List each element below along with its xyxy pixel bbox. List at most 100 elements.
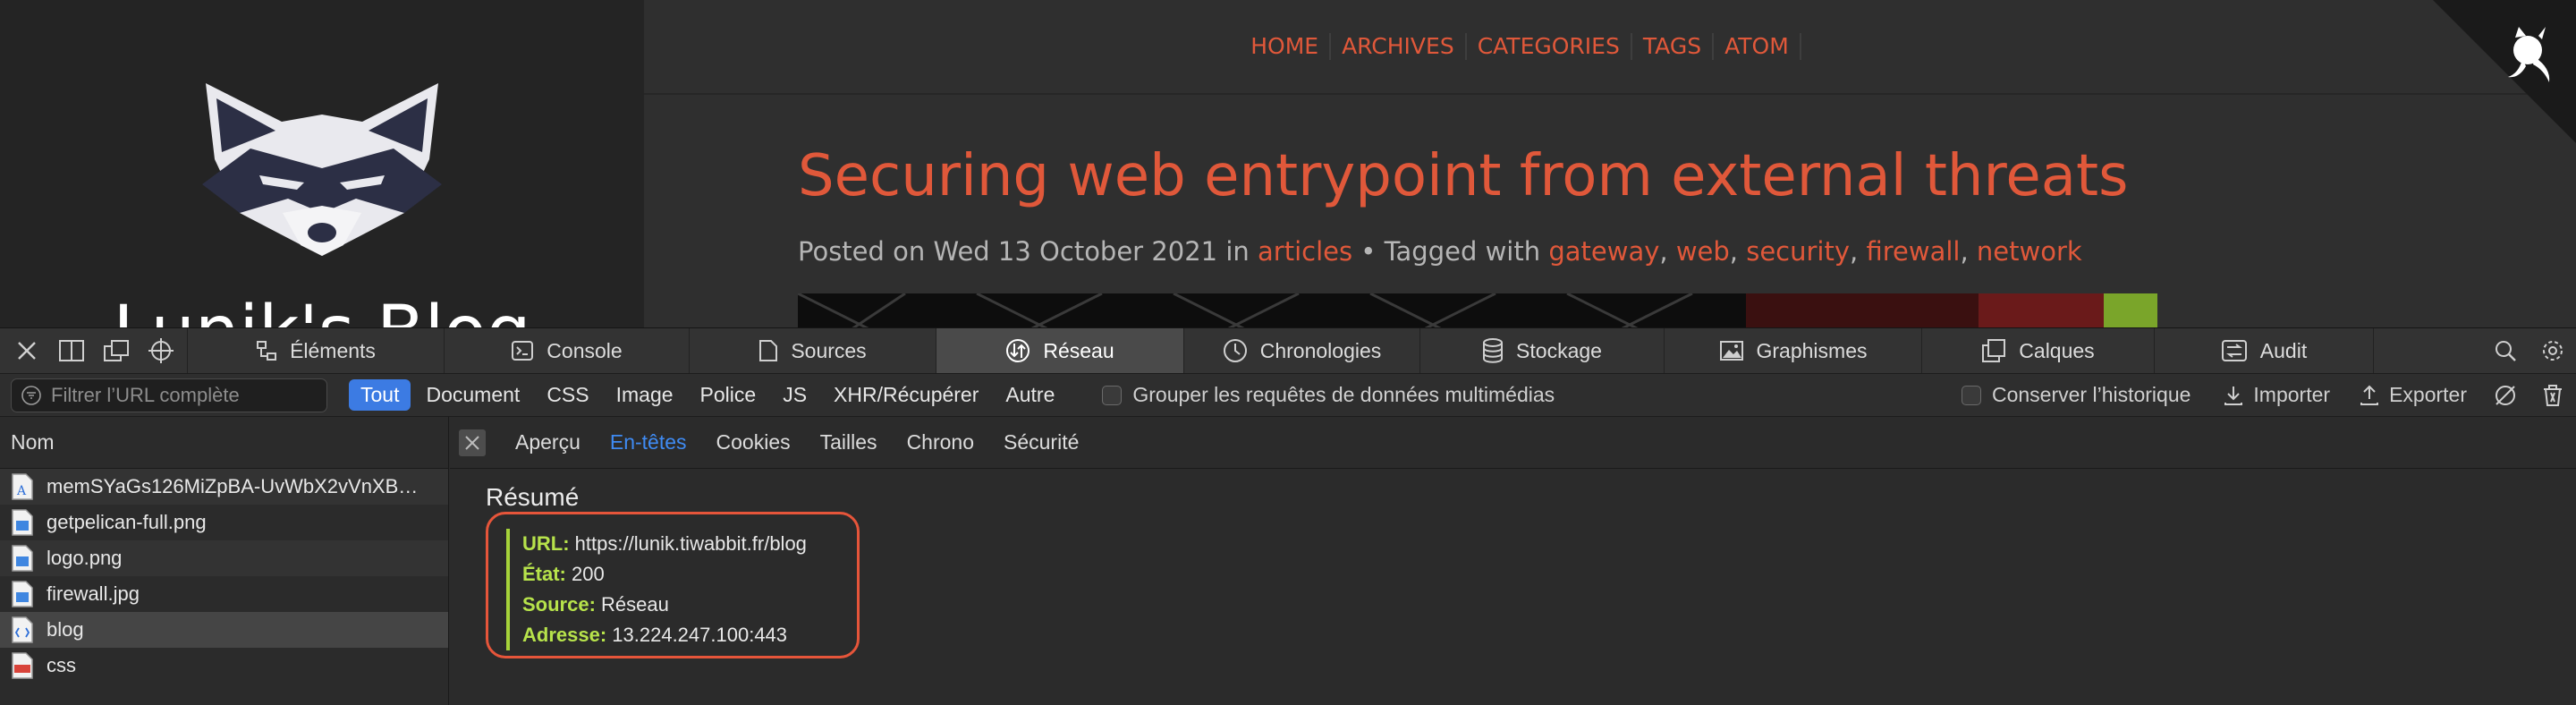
tab-audit[interactable]: Audit [2155,328,2374,373]
storage-icon [1483,338,1504,363]
disable-cache-icon[interactable] [2494,384,2517,407]
inspector-toolbar-right [2374,328,2576,373]
type-filter-css[interactable]: CSS [535,379,600,411]
inspector-tab-bar: Éléments Console Sources Réseau Chronolo… [0,327,2576,374]
request-row-selected[interactable]: blog [0,612,448,648]
web-inspector: Éléments Console Sources Réseau Chronolo… [0,327,2576,705]
import-button[interactable]: Importer [2223,383,2330,407]
request-row[interactable]: firewall.jpg [0,576,448,612]
tab-network-label: Réseau [1043,338,1114,362]
type-filter-js[interactable]: JS [771,379,818,411]
search-icon[interactable] [2494,339,2517,362]
request-row[interactable]: A memSYaGs126MiZpBA-UvWbX2vVnXB… [0,469,448,505]
summary-rows: URL: https://lunik.tiwabbit.fr/blog État… [506,529,807,650]
detail-tab-cookies[interactable]: Cookies [716,430,791,454]
tab-audit-label: Audit [2259,338,2308,362]
tab-console[interactable]: Console [445,328,690,373]
network-filter-bar: Tout Document CSS Image Police JS XHR/Ré… [0,374,2576,417]
raccoon-logo-icon[interactable] [197,79,447,258]
request-name: firewall.jpg [47,582,140,605]
console-icon [512,341,534,361]
tab-console-label: Console [547,338,623,362]
export-button[interactable]: Exporter [2359,383,2467,407]
request-row[interactable]: logo.png [0,540,448,576]
summary-row-status: État: 200 [522,559,807,590]
tab-sources[interactable]: Sources [690,328,936,373]
group-media-toggle[interactable]: Grouper les requêtes de données multiméd… [1102,383,1555,407]
close-inspector-button[interactable] [11,335,43,367]
undock-icon [104,340,129,361]
summary-title: Résumé [486,483,580,511]
tab-elements[interactable]: Éléments [188,328,445,373]
summary-key: Source: [522,593,596,616]
type-filter-image[interactable]: Image [605,379,685,411]
tab-layers[interactable]: Calques [1922,328,2155,373]
group-media-checkbox[interactable] [1102,385,1123,405]
url-filter-input[interactable] [51,383,319,407]
tag-link[interactable]: firewall [1866,236,1960,267]
tab-elements-label: Éléments [290,338,376,362]
dock-side-button[interactable] [55,335,88,367]
image-file-icon [12,545,33,572]
request-name: logo.png [47,547,123,569]
nav-tags-link[interactable]: TAGS [1632,33,1715,60]
font-file-icon: A [12,473,33,500]
trash-icon[interactable] [2542,384,2563,407]
type-filter-document[interactable]: Document [414,379,531,411]
nav-categories-link[interactable]: CATEGORIES [1467,33,1632,60]
image-file-icon [12,509,33,536]
request-row[interactable]: getpelican-full.png [0,505,448,540]
request-row[interactable]: css [0,648,448,684]
tab-storage[interactable]: Stockage [1420,328,1665,373]
element-picker-button[interactable] [145,335,177,367]
nav-archives-link[interactable]: ARCHIVES [1331,33,1467,60]
url-filter-field[interactable] [11,378,327,412]
elements-icon [257,341,277,361]
import-label: Importer [2253,383,2331,406]
tagged-with-text: • Tagged with [1352,236,1549,267]
layers-icon [1982,339,2006,362]
summary-value: 200 [572,563,605,585]
tag-link[interactable]: gateway [1548,236,1659,267]
document-file-icon [12,616,33,643]
tab-graphics-label: Graphismes [1756,338,1868,362]
image-file-icon [12,581,33,607]
gear-icon[interactable] [2540,338,2565,363]
name-column-header[interactable]: Nom [0,417,448,469]
type-filter-other[interactable]: Autre [994,379,1066,411]
detail-tab-preview[interactable]: Aperçu [515,430,580,454]
close-icon [465,435,479,450]
type-filter-all[interactable]: Tout [349,379,411,411]
detail-tab-headers[interactable]: En-têtes [610,430,687,454]
tag-link[interactable]: web [1676,236,1730,267]
tab-network[interactable]: Réseau [936,328,1184,373]
detail-tab-sizes[interactable]: Tailles [820,430,877,454]
type-filter-xhr[interactable]: XHR/Récupérer [822,379,990,411]
preserve-log-toggle[interactable]: Conserver l’historique [1961,383,2191,407]
preserve-log-label: Conserver l’historique [1991,383,2191,406]
tab-graphics[interactable]: Graphismes [1665,328,1922,373]
post-title[interactable]: Securing web entrypoint from external th… [798,143,2128,209]
summary-row-url: URL: https://lunik.tiwabbit.fr/blog [522,529,807,559]
type-filter-font[interactable]: Police [689,379,768,411]
detail-tab-timing[interactable]: Chrono [907,430,974,454]
detail-tab-security[interactable]: Sécurité [1004,430,1079,454]
blog-sidebar: Lunik's Blog [0,0,644,327]
nav-atom-link[interactable]: ATOM [1714,33,1801,60]
tab-timelines[interactable]: Chronologies [1184,328,1420,373]
blog-site-name[interactable]: Lunik's Blog [0,292,644,327]
posted-on-text: Posted on Wed 13 October 2021 in [798,236,1258,267]
export-icon [2360,385,2379,405]
preserve-log-checkbox[interactable] [1961,385,1981,405]
tag-link[interactable]: network [1977,236,2082,267]
summary-row-source: Source: Réseau [522,590,807,620]
tag-link[interactable]: security [1746,236,1850,267]
category-link[interactable]: articles [1258,236,1352,267]
nav-home-link[interactable]: HOME [1240,33,1332,60]
export-label: Exporter [2389,383,2467,406]
undock-button[interactable] [100,335,132,367]
summary-row-address: Adresse: 13.224.247.100:443 [522,620,807,650]
github-corner-icon[interactable] [2433,0,2576,143]
stylesheet-file-icon [12,652,33,679]
close-detail-button[interactable] [459,429,486,456]
